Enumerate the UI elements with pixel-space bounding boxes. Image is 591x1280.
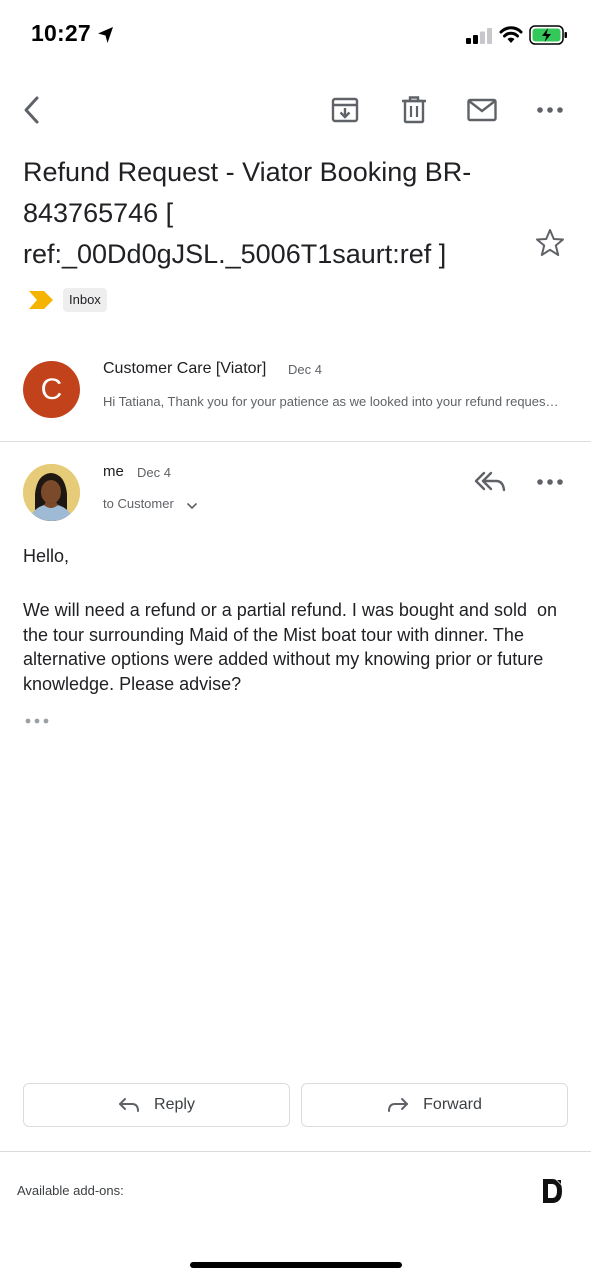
profile-photo: [23, 464, 80, 521]
email-subject: Refund Request - Viator Booking BR-84376…: [23, 157, 472, 269]
message-greeting: Hello,: [23, 546, 70, 566]
avatar: C: [23, 361, 80, 418]
sender-name[interactable]: me: [103, 463, 124, 480]
message-date: Dec 4: [137, 465, 171, 480]
home-indicator: [190, 1262, 402, 1268]
message-body: We will need a refund or a partial refun…: [23, 600, 563, 694]
message-date: Dec 4: [288, 362, 322, 377]
forward-label: Forward: [423, 1096, 482, 1113]
mail-icon: [467, 98, 497, 122]
reply-all-icon: [474, 471, 506, 492]
delete-button[interactable]: [394, 90, 434, 130]
back-button[interactable]: [12, 90, 52, 130]
message-more-button[interactable]: [530, 465, 570, 499]
inbox-label-chip[interactable]: Inbox: [63, 288, 107, 312]
forward-button[interactable]: Forward: [301, 1083, 568, 1127]
avatar: [23, 464, 80, 521]
addon-logo-icon[interactable]: [540, 1178, 564, 1204]
cellular-signal-icon: [466, 28, 492, 44]
addons-label: Available add-ons:: [17, 1183, 124, 1198]
divider: [0, 441, 591, 442]
battery-charging-icon: [529, 25, 567, 45]
reply-label: Reply: [154, 1096, 195, 1113]
chevron-down-icon[interactable]: [186, 502, 198, 510]
reply-icon: [119, 1098, 140, 1112]
more-options-button[interactable]: [530, 90, 570, 130]
important-marker-icon[interactable]: [28, 290, 54, 310]
wifi-icon: [499, 26, 523, 43]
trash-icon: [402, 96, 426, 124]
reply-button[interactable]: Reply: [23, 1083, 290, 1127]
message-snippet[interactable]: Hi Tatiana, Thank you for your patience …: [103, 394, 561, 409]
status-time: 10:27: [31, 20, 91, 46]
archive-button[interactable]: [325, 90, 365, 130]
archive-icon: [331, 97, 359, 123]
recipients-line[interactable]: to Customer: [103, 496, 174, 511]
star-icon[interactable]: [535, 228, 565, 258]
divider: [0, 1151, 591, 1152]
more-icon: [537, 479, 563, 485]
location-arrow-icon: [98, 27, 113, 43]
mark-unread-button[interactable]: [462, 90, 502, 130]
back-arrow-icon: [24, 96, 39, 124]
forward-icon: [388, 1098, 409, 1112]
more-icon: [537, 107, 563, 113]
reply-all-button[interactable]: [470, 465, 510, 499]
show-trimmed-content-icon[interactable]: [25, 716, 49, 726]
sender-name[interactable]: Customer Care [Viator]: [103, 360, 266, 378]
